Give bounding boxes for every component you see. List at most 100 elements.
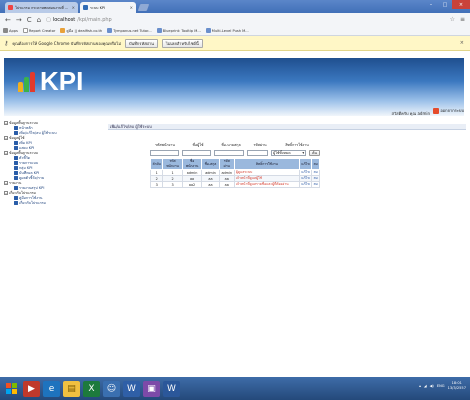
tab-close-icon[interactable]: ×: [72, 5, 75, 10]
network-icon[interactable]: ◢: [424, 384, 427, 388]
permission-select[interactable]: ผู้ใช้ทั้งหมด ▾: [271, 150, 307, 156]
expand-icon[interactable]: −: [4, 190, 8, 195]
logout-button[interactable]: ออกจากระบบ: [433, 107, 464, 114]
fullname-input[interactable]: [214, 150, 244, 156]
language-indicator[interactable]: ENG: [437, 384, 445, 388]
browser-tabbar: โปรแกรม กระดาษทดสอบงานที่ ... × ระบบ KPI…: [0, 0, 470, 13]
edit-link[interactable]: แก้ไข: [298, 181, 313, 188]
filter-label: รหัสผ่าน: [253, 143, 267, 147]
filter-label: ชื่อ-นามสกุล: [221, 143, 241, 147]
menu-item-icon: [14, 160, 18, 165]
url-path: /kpi/main.php: [77, 16, 112, 23]
maximize-button[interactable]: □: [438, 0, 452, 9]
photo-icon[interactable]: ▣: [143, 380, 160, 397]
sidebar-item-label: เพิ่ม/แก้ไข/ลบ ผู้ใช้ระบบ: [19, 130, 57, 135]
tab-favicon-icon: [8, 5, 13, 10]
password-input[interactable]: [246, 150, 269, 156]
expand-icon[interactable]: −: [4, 150, 8, 155]
cell-employee-id: 3: [162, 181, 183, 188]
menu-item-icon: [14, 165, 18, 170]
bookmark-item[interactable]: คู่มือ || dealfish.co.th: [60, 28, 102, 34]
browser-tab[interactable]: โปรแกรม กระดาษทดสอบงานที่ ... ×: [5, 2, 78, 13]
bookmark-label: คู่มือ || dealfish.co.th: [66, 28, 103, 33]
site-icon: [60, 28, 66, 33]
word-icon[interactable]: W: [163, 380, 180, 397]
key-icon: ⚷: [4, 39, 9, 47]
expand-icon[interactable]: −: [4, 180, 8, 185]
internet-explorer-icon[interactable]: e: [43, 380, 60, 397]
file-explorer-icon[interactable]: ▤: [63, 380, 80, 397]
people-icon[interactable]: ☺: [103, 380, 120, 397]
chevron-down-icon: ▾: [302, 151, 305, 155]
kpi-logo: KPI: [18, 68, 83, 94]
site-icon: [156, 28, 162, 33]
column-header: ลบ: [311, 158, 320, 170]
close-window-button[interactable]: ×: [452, 0, 470, 9]
forward-icon[interactable]: →: [16, 16, 22, 24]
tab-title: โปรแกรม กระดาษทดสอบงานที่ ...: [15, 5, 69, 10]
site-icon: [107, 28, 113, 33]
filter-labels: รหัสพนักงาน ชื่อผู้ใช้ ชื่อ-นามสกุล รหัส…: [150, 142, 320, 148]
menu-icon[interactable]: ≡: [460, 16, 465, 23]
user-filter-form: รหัสพนักงาน ชื่อผู้ใช้ ชื่อ-นามสกุล รหัส…: [150, 142, 321, 156]
close-icon[interactable]: ×: [460, 40, 464, 46]
cell-password: aa: [218, 181, 235, 188]
bookmark-label: Blueprint: Tooltip M...: [162, 28, 201, 33]
bookmark-item[interactable]: Report Creator: [22, 28, 55, 33]
browser-toolbar: ← → C ⌂ ▢ localhost/kpi/main.php ☆ ≡: [0, 13, 470, 26]
column-header: ชื่อพนักงาน: [181, 158, 203, 170]
sidebar-item-about[interactable]: เกี่ยวกับโปรแกรม: [4, 200, 100, 205]
minimize-button[interactable]: –: [424, 0, 438, 9]
username-input[interactable]: [182, 150, 212, 156]
column-header: สิทธิ์การใช้งาน: [233, 158, 300, 170]
menu-item-icon: [14, 125, 18, 130]
clock[interactable]: 18:01 13/3/2557: [448, 381, 466, 390]
expand-icon[interactable]: −: [4, 120, 8, 125]
windows-taskbar: ▶ e ▤ X ☺ W ▣ W ▴ ◢ ◀) ENG 18:01 13/3/25…: [0, 377, 470, 400]
excel-icon[interactable]: X: [83, 380, 100, 397]
window-controls: – □ ×: [424, 0, 470, 9]
sidebar-item-label: ดูผลตัวชี้วัด/ราย: [19, 175, 45, 180]
bookmark-item[interactable]: Blueprint: Tooltip M...: [156, 28, 201, 33]
address-bar[interactable]: ▢ localhost/kpi/main.php: [46, 15, 444, 24]
tab-close-icon[interactable]: ×: [130, 5, 133, 10]
expand-icon[interactable]: −: [4, 135, 8, 140]
bookmark-label: Apps: [9, 28, 18, 33]
reload-icon[interactable]: C: [27, 16, 32, 24]
bookmark-item[interactable]: Tympanus.net Tutor...: [107, 28, 152, 33]
column-header: รหัสพนักงาน: [162, 158, 183, 170]
delete-link[interactable]: ลบ: [311, 181, 320, 188]
cell-index: 3: [149, 181, 164, 188]
users-table: ลำดับ รหัสพนักงาน ชื่อพนักงาน ชื่อ-สกุล …: [149, 158, 320, 188]
sidebar-menu: − ข้อมูลพื้นฐานระบบ หน้าหลัก เพิ่ม/แก้ไข/…: [4, 120, 100, 242]
url-host: localhost: [52, 16, 76, 23]
word-doc-icon[interactable]: W: [123, 380, 140, 397]
page-title: เพิ่ม/แก้ไข/ลบ ผู้ใช้ระบบ: [108, 124, 466, 130]
filter-label: รหัสพนักงาน: [155, 143, 175, 147]
home-icon[interactable]: ⌂: [37, 16, 41, 24]
infobar-message: คุณต้องการให้ Google Chrome บันทึกรหัสผ่…: [12, 40, 121, 46]
page-icon: [22, 28, 28, 33]
browser-tab-active[interactable]: ระบบ KPI ×: [80, 2, 136, 13]
cell-fullname: aa: [201, 181, 220, 188]
apps-icon: [3, 28, 8, 33]
menu-item-icon: [14, 140, 18, 145]
system-tray: ▴ ◢ ◀) ENG 18:01 13/3/2557: [419, 381, 466, 390]
windows-start-icon[interactable]: [3, 381, 20, 397]
volume-icon[interactable]: ◀): [430, 384, 434, 388]
never-save-button[interactable]: ไม่เลยสำหรับไซต์นี้: [161, 38, 203, 48]
search-button[interactable]: ค้น: [309, 150, 321, 156]
save-password-button[interactable]: บันทึกรหัสผ่าน: [124, 38, 158, 48]
media-player-icon[interactable]: ▶: [23, 380, 40, 397]
bookmark-label: Multi-Level Push M...: [211, 28, 249, 33]
page-icon: ▢: [46, 16, 51, 23]
bookmark-star-icon[interactable]: ☆: [450, 16, 455, 23]
tray-arrow-icon[interactable]: ▴: [419, 384, 421, 388]
new-tab-button[interactable]: [137, 4, 150, 11]
back-icon[interactable]: ←: [5, 16, 11, 24]
menu-item-icon: [14, 170, 18, 175]
employee-id-input[interactable]: [150, 150, 180, 156]
column-header: ชื่อ-สกุล: [201, 158, 220, 170]
bookmark-item[interactable]: Multi-Level Push M...: [205, 28, 249, 33]
bookmark-apps[interactable]: Apps: [3, 28, 18, 33]
